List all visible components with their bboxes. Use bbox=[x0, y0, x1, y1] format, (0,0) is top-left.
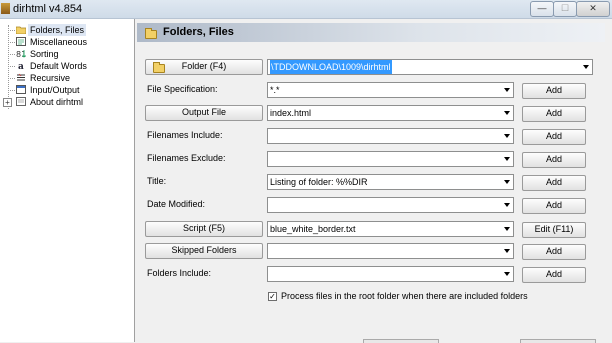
folders-files-panel: Folders, Files Folder (F4) \TDDOWNLOAD\1… bbox=[135, 19, 605, 342]
file-spec-label: File Specification: bbox=[147, 84, 218, 94]
chevron-down-icon[interactable] bbox=[501, 106, 513, 120]
add-output-button[interactable]: Add bbox=[522, 106, 586, 122]
folder-combo[interactable]: \TDDOWNLOAD\1009\dirhtml bbox=[267, 59, 593, 75]
about-icon bbox=[16, 97, 26, 106]
date-modified-label: Date Modified: bbox=[147, 199, 206, 209]
chevron-down-icon[interactable] bbox=[580, 60, 592, 74]
tree-item-label: Sorting bbox=[30, 49, 59, 59]
file-spec-value: *.* bbox=[270, 85, 280, 95]
tree-item-label: About dirhtml bbox=[30, 97, 84, 107]
chevron-down-icon[interactable] bbox=[501, 83, 513, 97]
add-include-button[interactable]: Add bbox=[522, 129, 586, 145]
filenames-include-combo[interactable] bbox=[267, 128, 514, 144]
recursive-icon bbox=[16, 73, 26, 82]
skipped-folders-button[interactable]: Skipped Folders bbox=[145, 243, 263, 259]
words-icon: a bbox=[16, 61, 26, 72]
chevron-down-icon[interactable] bbox=[501, 152, 513, 166]
script-button[interactable]: Script (F5) bbox=[145, 221, 263, 237]
script-combo[interactable]: blue_white_border.txt bbox=[267, 221, 514, 237]
folder-icon bbox=[145, 28, 157, 39]
svg-text:a: a bbox=[18, 62, 24, 70]
title-value: Listing of folder: %%DIR bbox=[270, 177, 368, 187]
close-button[interactable]: ✕ bbox=[576, 1, 610, 17]
add-file-spec-button[interactable]: Add bbox=[522, 83, 586, 99]
minimize-button[interactable]: — bbox=[530, 1, 554, 17]
chevron-down-icon[interactable] bbox=[501, 175, 513, 189]
misc-icon bbox=[16, 37, 26, 46]
filenames-include-label: Filenames Include: bbox=[147, 130, 223, 140]
panel-header: Folders, Files bbox=[137, 23, 605, 42]
folder-icon bbox=[15, 25, 27, 35]
chevron-down-icon[interactable] bbox=[501, 267, 513, 281]
output-file-button[interactable]: Output File bbox=[145, 105, 263, 121]
skipped-folders-combo[interactable] bbox=[267, 243, 514, 259]
script-value: blue_white_border.txt bbox=[270, 224, 356, 234]
title-combo[interactable]: Listing of folder: %%DIR bbox=[267, 174, 514, 190]
folder-value: \TDDOWNLOAD\1009\dirhtml bbox=[270, 60, 392, 74]
tree-item-folders-files[interactable]: Folders, Files bbox=[0, 24, 134, 36]
folder-icon bbox=[153, 62, 165, 73]
folders-include-combo[interactable] bbox=[267, 266, 514, 282]
page-title: Folders, Files bbox=[163, 26, 234, 38]
maximize-button[interactable]: ☐ bbox=[553, 1, 577, 17]
output-file-value: index.html bbox=[270, 108, 312, 118]
chevron-down-icon[interactable] bbox=[501, 198, 513, 212]
filenames-exclude-combo[interactable] bbox=[267, 151, 514, 167]
bottom-button[interactable] bbox=[363, 339, 439, 343]
date-modified-combo[interactable] bbox=[267, 197, 514, 213]
tree-item-label: Input/Output bbox=[30, 85, 80, 95]
tree-item-recursive[interactable]: Recursive bbox=[0, 72, 134, 84]
tree-item-label: Default Words bbox=[30, 61, 87, 71]
tree-item-label: Folders, Files bbox=[28, 24, 87, 36]
sort-icon: 81 bbox=[16, 49, 26, 59]
process-root-checkbox[interactable]: ✓ bbox=[268, 292, 277, 301]
add-folders-include-button[interactable]: Add bbox=[522, 267, 586, 283]
chevron-down-icon[interactable] bbox=[501, 129, 513, 143]
add-skipped-button[interactable]: Add bbox=[522, 244, 586, 260]
expand-icon[interactable]: + bbox=[3, 98, 12, 107]
folders-include-label: Folders Include: bbox=[147, 268, 212, 278]
io-icon bbox=[16, 85, 26, 94]
chevron-down-icon[interactable] bbox=[501, 222, 513, 236]
add-date-button[interactable]: Add bbox=[522, 198, 586, 214]
tree-item-about[interactable]: + About dirhtml bbox=[0, 96, 134, 108]
tree-item-input-output[interactable]: Input/Output bbox=[0, 84, 134, 96]
output-file-combo[interactable]: index.html bbox=[267, 105, 514, 121]
tree-item-miscellaneous[interactable]: Miscellaneous bbox=[0, 36, 134, 48]
window-title: dirhtml v4.854 bbox=[13, 3, 83, 15]
chevron-down-icon[interactable] bbox=[501, 244, 513, 258]
tree-item-label: Miscellaneous bbox=[30, 37, 88, 47]
add-title-button[interactable]: Add bbox=[522, 175, 586, 191]
tree-item-default-words[interactable]: a Default Words bbox=[0, 60, 134, 72]
file-spec-combo[interactable]: *.* bbox=[267, 82, 514, 98]
process-root-label: Process files in the root folder when th… bbox=[281, 291, 528, 301]
filenames-exclude-label: Filenames Exclude: bbox=[147, 153, 226, 163]
navigation-tree: Folders, Files Miscellaneous 81 Sorting … bbox=[0, 19, 135, 342]
edit-script-button[interactable]: Edit (F11) bbox=[522, 222, 586, 238]
tree-item-label: Recursive bbox=[30, 73, 71, 83]
folder-button[interactable]: Folder (F4) bbox=[145, 59, 263, 75]
add-exclude-button[interactable]: Add bbox=[522, 152, 586, 168]
title-bar: dirhtml v4.854 — ☐ ✕ bbox=[0, 0, 612, 19]
title-label: Title: bbox=[147, 176, 167, 186]
app-icon bbox=[1, 3, 10, 14]
tree-item-sorting[interactable]: 81 Sorting bbox=[0, 48, 134, 60]
bottom-button[interactable] bbox=[520, 339, 596, 343]
